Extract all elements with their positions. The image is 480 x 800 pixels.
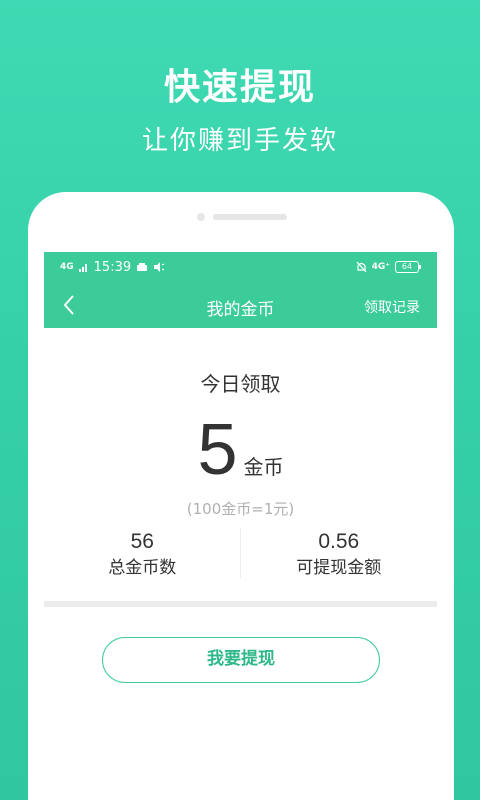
nav-bar: 我的金币 领取记录 xyxy=(44,282,437,328)
withdrawable-label: 可提现金额 xyxy=(296,558,382,578)
mute-bell-icon xyxy=(356,261,367,273)
coin-stats: 56 总金币数 0.56 可提现金额 xyxy=(44,528,437,584)
today-claimed-label: 今日领取 xyxy=(200,372,281,396)
message-icon xyxy=(136,262,148,272)
app-screen: 4G 15:39 4G⁺ 64 我的金币 领取记录 今日领取 5 金币 (100… xyxy=(44,252,437,800)
phone-speaker xyxy=(213,214,287,220)
promo-subtitle: 让你赚到手发软 xyxy=(141,126,338,156)
status-time: 15:39 xyxy=(93,259,132,275)
network-indicator-right: 4G⁺ xyxy=(371,261,390,272)
total-coins-label: 总金币数 xyxy=(108,558,177,578)
total-coins-stat: 56 总金币数 xyxy=(44,528,241,584)
promo-title: 快速提现 xyxy=(163,67,316,108)
network-indicator: 4G xyxy=(60,261,74,272)
withdrawable-stat: 0.56 可提现金额 xyxy=(241,528,438,584)
total-coins-value: 56 xyxy=(130,530,154,553)
claim-history-link[interactable]: 领取记录 xyxy=(364,297,420,317)
stat-divider xyxy=(240,528,241,578)
status-bar: 4G 15:39 4G⁺ 64 xyxy=(44,252,437,282)
withdraw-button[interactable]: 我要提现 xyxy=(102,637,380,683)
signal-icon xyxy=(78,262,89,272)
battery-indicator: 64 xyxy=(395,261,421,273)
section-divider xyxy=(44,601,437,607)
withdrawable-value: 0.56 xyxy=(318,530,360,553)
phone-camera xyxy=(197,213,205,221)
exchange-rate-note: (100金币=1元) xyxy=(186,500,295,518)
speaker-icon xyxy=(153,262,165,272)
today-amount: 5 金币 xyxy=(44,410,437,490)
today-amount-unit: 金币 xyxy=(243,455,284,479)
today-amount-value: 5 xyxy=(197,410,238,490)
